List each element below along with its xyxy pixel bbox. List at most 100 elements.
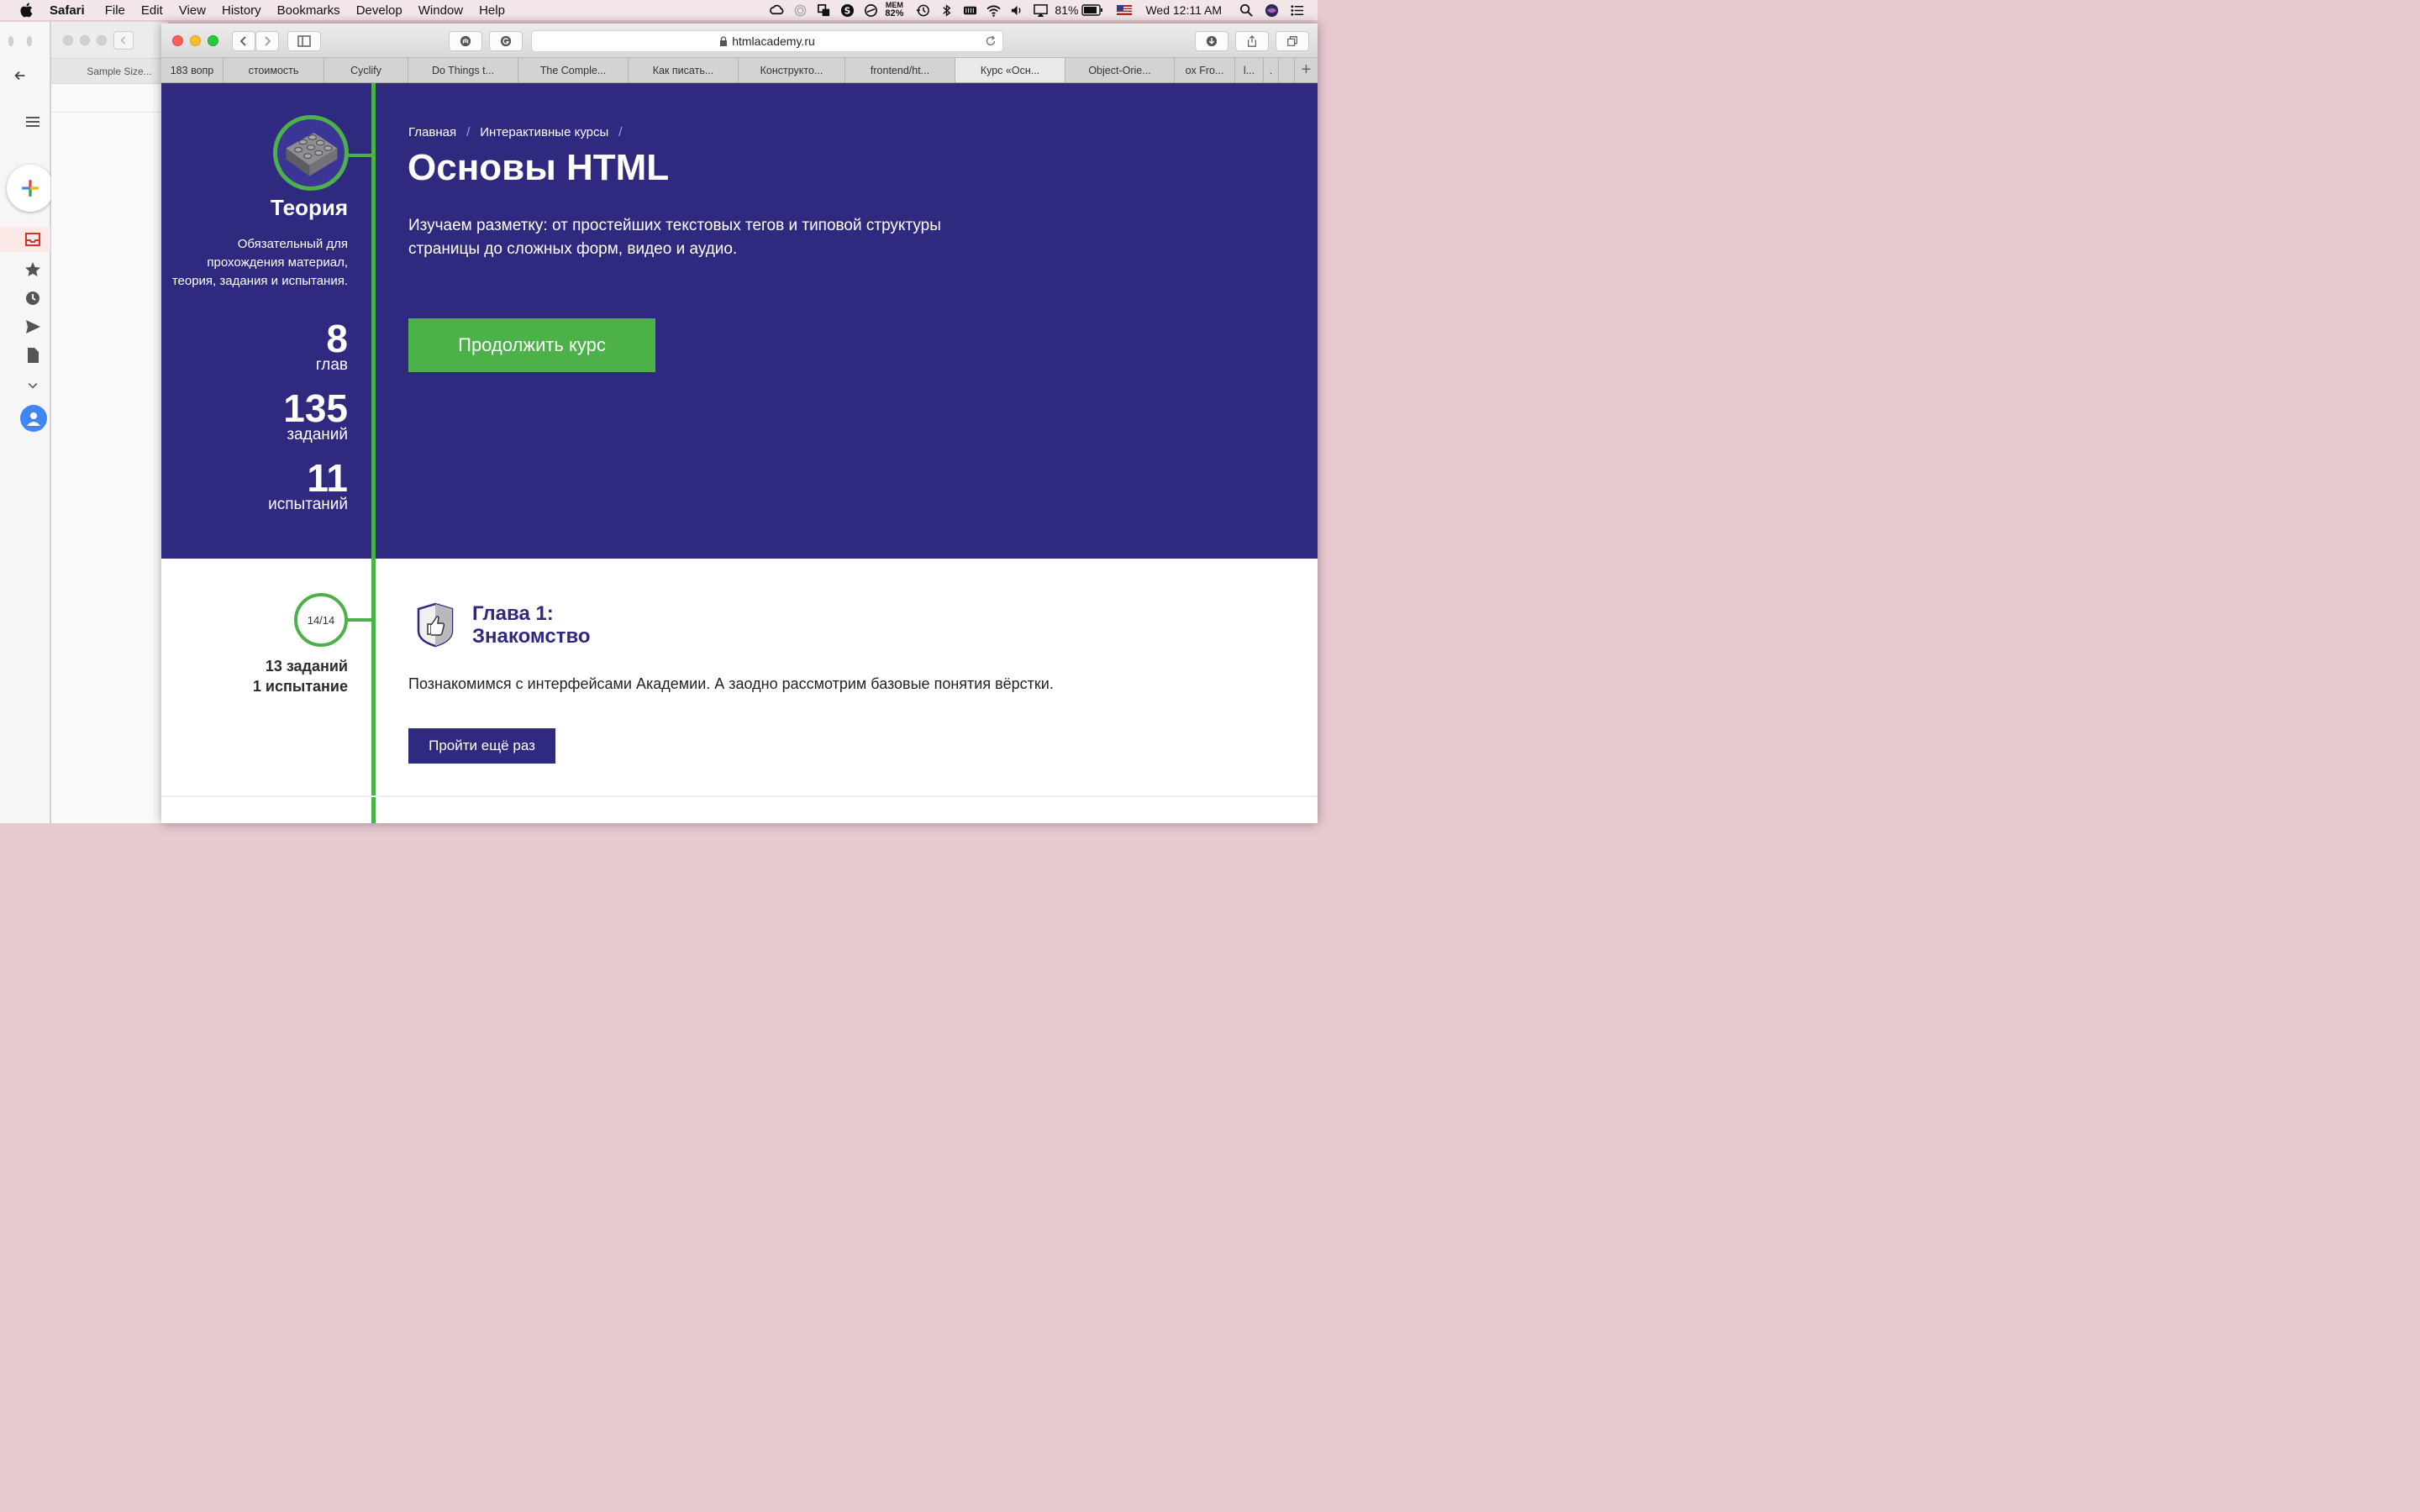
background-chrome-window[interactable] — [0, 22, 54, 823]
bluetooth-icon[interactable] — [937, 0, 955, 20]
breadcrumb-home-link[interactable]: Главная — [408, 125, 456, 139]
stat-chapters-value: 8 — [326, 317, 348, 360]
safari-window: htmlacademy.ru 183 вопр стоимость Cyclif… — [161, 24, 1318, 823]
lego-brick-icon — [273, 115, 349, 191]
course-title: Основы HTML — [408, 147, 670, 188]
minimize-window-icon[interactable] — [190, 34, 201, 46]
menu-history[interactable]: History — [222, 3, 261, 18]
timeline-line — [371, 83, 376, 823]
timeline-connector — [347, 618, 372, 622]
breadcrumb-courses-link[interactable]: Интерактивные курсы — [480, 125, 608, 139]
chapter-stats: 13 заданий 1 испытание — [253, 656, 348, 696]
new-tab-button[interactable]: + — [1294, 58, 1318, 82]
lock-icon — [720, 36, 728, 46]
creative-cloud-icon[interactable] — [767, 0, 786, 20]
airplay-icon[interactable] — [1031, 0, 1050, 20]
stat-tasks-value: 135 — [283, 386, 348, 430]
zoom-window-icon[interactable] — [208, 34, 218, 46]
stat-trials-label: испытаний — [268, 496, 348, 513]
tab-item[interactable]: ox Fro... — [1175, 58, 1235, 82]
address-url: htmlacademy.ru — [732, 34, 815, 48]
tab-item[interactable]: Do Things t... — [408, 58, 518, 82]
notification-center-icon[interactable] — [1287, 0, 1306, 20]
address-bar[interactable]: htmlacademy.ru — [531, 30, 1003, 52]
apple-menu-icon[interactable] — [17, 0, 35, 20]
chevron-left-icon — [239, 36, 246, 46]
breadcrumb-separator: / — [618, 125, 623, 139]
tab-item[interactable]: . — [1264, 58, 1279, 82]
time-machine-icon[interactable] — [913, 0, 932, 20]
tab-item[interactable]: стоимость — [224, 58, 324, 82]
tab-item[interactable]: Как писать... — [629, 58, 739, 82]
memory-indicator[interactable]: MEM 82% — [885, 2, 903, 18]
chapter-title-line2: Знакомство — [472, 625, 591, 648]
tab-item[interactable]: Object-Orie... — [1065, 58, 1175, 82]
menu-file[interactable]: File — [105, 3, 125, 18]
reload-icon[interactable] — [985, 35, 997, 47]
spotlight-search-icon[interactable] — [1237, 0, 1255, 20]
clock[interactable]: Wed 12:11 AM — [1145, 3, 1222, 17]
retake-chapter-button[interactable]: Пройти ещё раз — [408, 728, 555, 764]
breadcrumb-separator: / — [466, 125, 471, 139]
battery-percent[interactable]: 81% — [1055, 3, 1078, 17]
sidebar-button[interactable] — [287, 31, 321, 51]
menu-help[interactable]: Help — [479, 3, 505, 18]
back-arrow-icon[interactable] — [10, 66, 30, 86]
menu-app-safari[interactable]: Safari — [50, 3, 85, 18]
theory-description: Обязательный для прохождения материал, т… — [171, 237, 348, 288]
drafts-icon[interactable] — [22, 344, 44, 366]
back-button[interactable] — [232, 31, 255, 51]
back-chevron-icon[interactable] — [113, 30, 134, 50]
downloads-button[interactable] — [1195, 31, 1228, 51]
menu-bookmarks[interactable]: Bookmarks — [277, 3, 340, 18]
tab-item[interactable]: The Comple... — [518, 58, 629, 82]
tab-item[interactable]: frontend/ht... — [845, 58, 955, 82]
sync-spinner-icon[interactable] — [791, 0, 809, 20]
siri-icon[interactable] — [1262, 0, 1281, 20]
download-icon — [1206, 35, 1218, 47]
close-window-icon[interactable] — [172, 34, 183, 46]
theory-title: Теория — [271, 195, 348, 220]
forward-button[interactable] — [255, 31, 279, 51]
background-titlebar — [51, 22, 168, 59]
breadcrumb: Главная / Интерактивные курсы / — [408, 125, 632, 139]
tabs-overview-button[interactable] — [1276, 31, 1309, 51]
menu-window[interactable]: Window — [418, 3, 463, 18]
send-icon[interactable] — [22, 316, 44, 338]
tab-item[interactable]: l... — [1235, 58, 1264, 82]
battery-icon[interactable] — [1081, 0, 1103, 20]
tab-item[interactable]: Cyclify — [324, 58, 408, 82]
share-button[interactable] — [1235, 31, 1269, 51]
menu-edit[interactable]: Edit — [141, 3, 163, 18]
clock-snoozed-icon[interactable] — [22, 287, 44, 309]
avatar-icon[interactable] — [20, 405, 47, 432]
tab-bar: 183 вопр стоимость Cyclify Do Things t..… — [161, 58, 1318, 83]
keyboard-extension-icon[interactable] — [960, 0, 979, 20]
background-browser-window[interactable]: Sample Size... — [50, 22, 168, 823]
continue-course-button[interactable]: Продолжить курс — [408, 318, 655, 372]
stat-tasks-label: заданий — [287, 426, 348, 444]
volume-icon[interactable] — [1007, 0, 1026, 20]
chevron-down-icon[interactable] — [22, 375, 44, 396]
tab-item[interactable]: Конструкто... — [739, 58, 845, 82]
us-flag-input-icon[interactable] — [1115, 0, 1134, 20]
stat-chapters-label: глав — [315, 356, 348, 374]
status-tray: S MEM 82% 81% Wed 12:11 AM — [767, 0, 1318, 20]
inbox-icon[interactable] — [0, 227, 50, 252]
menu-develop[interactable]: Develop — [356, 3, 402, 18]
grammarly-button[interactable] — [489, 31, 523, 51]
chapter-tasks-count: 13 заданий — [265, 658, 348, 675]
tab-item-active[interactable]: Курс «Осн... — [955, 58, 1065, 82]
hamburger-menu-icon[interactable] — [22, 111, 44, 133]
wifi-icon[interactable] — [984, 0, 1002, 20]
menu-view[interactable]: View — [179, 3, 206, 18]
do-not-disturb-icon[interactable] — [861, 0, 880, 20]
skype-icon[interactable]: S — [838, 0, 856, 20]
star-icon[interactable] — [22, 259, 44, 281]
background-tab[interactable]: Sample Size... — [51, 59, 168, 84]
tab-item[interactable]: 183 вопр — [161, 58, 224, 82]
compose-plus-icon[interactable] — [7, 165, 54, 212]
adblock-button[interactable] — [449, 31, 482, 51]
copy-clipboard-icon[interactable] — [814, 0, 833, 20]
hand-stop-icon — [460, 35, 471, 47]
